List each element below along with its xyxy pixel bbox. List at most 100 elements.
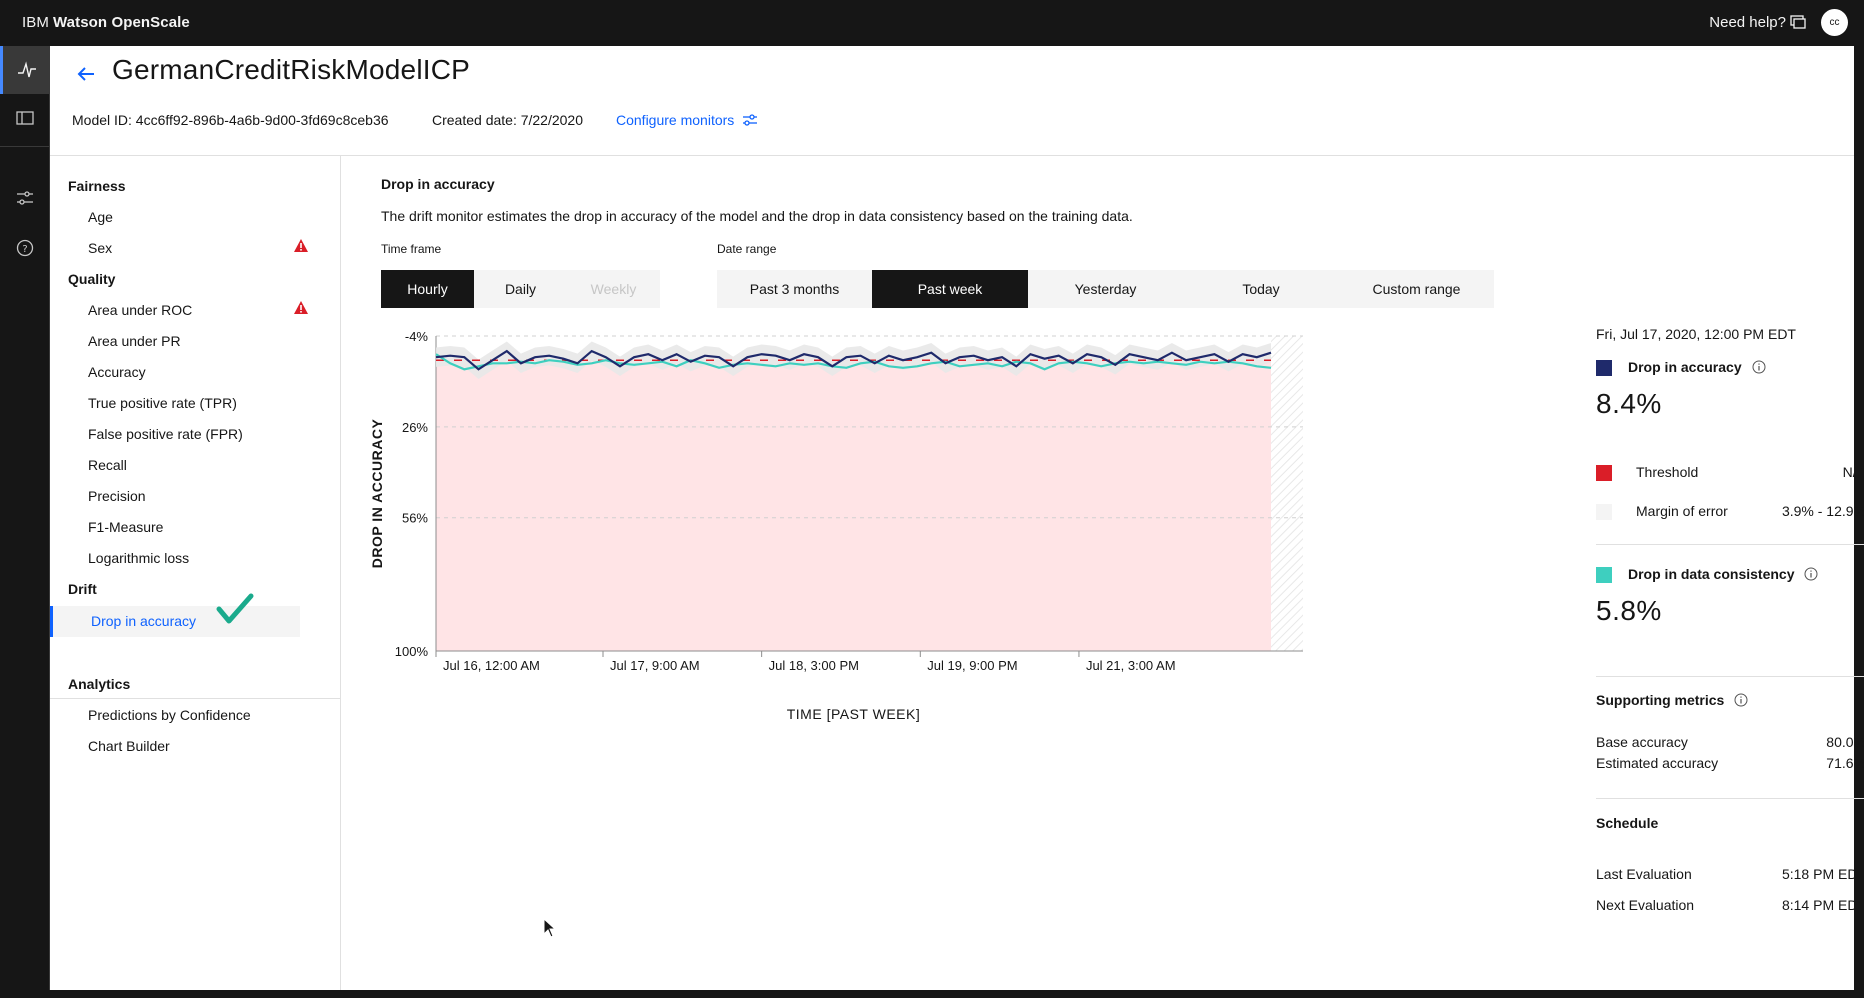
page-header: GermanCreditRiskModelICP Model ID: 4cc6f…	[50, 46, 1854, 156]
sliders-icon	[743, 114, 758, 126]
threshold-label: Threshold	[1636, 464, 1699, 480]
y-tick-label: 56%	[402, 511, 428, 526]
margin-swatch	[1596, 504, 1612, 520]
date-range-label: Date range	[717, 242, 777, 256]
threshold-value: N/A	[1842, 464, 1864, 480]
supporting-metrics-row: Supporting metrics	[1596, 692, 1864, 708]
back-arrow-icon[interactable]	[72, 60, 100, 88]
margin-label: Margin of error	[1636, 503, 1728, 519]
brand-name: Watson OpenScale	[52, 14, 190, 31]
activity-icon[interactable]	[0, 46, 50, 94]
brand-prefix: IBM	[22, 14, 49, 31]
panel-divider	[1596, 798, 1864, 799]
monitor-content: Drop in accuracy The drift monitor estim…	[341, 156, 1864, 990]
date-range-yesterday[interactable]: Yesterday	[1028, 270, 1183, 308]
last-evaluation-value: 5:18 PM EDT	[1781, 866, 1864, 882]
drop-accuracy-value: 8.4%	[1596, 388, 1662, 419]
nav-item-age[interactable]: Age	[88, 209, 338, 225]
page-title: GermanCreditRiskModelICP	[112, 54, 471, 85]
x-tick-label: Jul 21, 3:00 AM	[1086, 658, 1176, 673]
time-frame-label: Time frame	[381, 242, 442, 256]
nav-item-drop-in-accuracy[interactable]: Drop in accuracy	[50, 606, 300, 637]
x-tick-label: Jul 16, 12:00 AM	[443, 658, 540, 673]
need-help-link[interactable]: Need help?	[1709, 14, 1786, 31]
nav-item-accuracy[interactable]: Accuracy	[88, 364, 338, 380]
nav-group-drift: Drift	[68, 581, 97, 597]
future-region	[1271, 336, 1303, 651]
nav-divider	[50, 698, 341, 699]
model-icon[interactable]	[0, 94, 50, 142]
next-evaluation-label: Next Evaluation	[1596, 897, 1695, 913]
date-range-custom[interactable]: Custom range	[1339, 270, 1494, 308]
y-tick-label: 100%	[395, 644, 429, 659]
time-frame-hourly[interactable]: Hourly	[381, 270, 474, 308]
supporting-metrics-label: Supporting metrics	[1596, 692, 1725, 708]
rail-divider	[0, 146, 50, 147]
y-tick-label: 26%	[402, 420, 428, 435]
warning-icon	[294, 239, 308, 252]
x-tick-label: Jul 18, 3:00 PM	[769, 658, 859, 673]
brand[interactable]: IBM Watson OpenScale	[22, 14, 190, 31]
base-accuracy-value: 80.0%	[1826, 734, 1864, 750]
created-date: Created date: 7/22/2020	[432, 112, 584, 128]
info-icon[interactable]	[1752, 360, 1766, 374]
nav-item-precision[interactable]: Precision	[88, 488, 338, 504]
base-accuracy-row: Base accuracy 80.0%	[1596, 734, 1864, 750]
threshold-row: Threshold N/A	[1636, 464, 1864, 480]
nav-item-logarithmic-loss[interactable]: Logarithmic loss	[88, 550, 338, 566]
y-tick-label: -4%	[405, 329, 429, 344]
x-axis-label: TIME [PAST WEEK]	[787, 706, 921, 722]
selected-date: Fri, Jul 17, 2020, 12:00 PM EDT	[1596, 326, 1796, 342]
info-icon[interactable]	[1804, 567, 1818, 581]
date-range-past-week[interactable]: Past week	[872, 270, 1028, 308]
x-tick-label: Jul 19, 9:00 PM	[927, 658, 1017, 673]
nav-item-chart-builder[interactable]: Chart Builder	[88, 738, 338, 754]
left-rail: ?	[0, 46, 50, 990]
drop-consistency-label-row: Drop in data consistency	[1628, 566, 1864, 582]
panel-divider	[1596, 544, 1864, 545]
nav-item-area-under-pr[interactable]: Area under PR	[88, 333, 338, 349]
nav-group-analytics: Analytics	[68, 676, 131, 692]
estimated-accuracy-label: Estimated accuracy	[1596, 755, 1719, 771]
section-description: The drift monitor estimates the drop in …	[381, 208, 1133, 224]
y-axis-label: DROP IN ACCURACY	[371, 419, 385, 569]
time-frame-switcher: Hourly Daily Weekly	[381, 270, 660, 308]
avatar[interactable]: cc	[1821, 9, 1848, 36]
nav-item-predictions-by-confidence[interactable]: Predictions by Confidence	[88, 707, 338, 723]
info-icon[interactable]	[1734, 693, 1748, 707]
nav-item-tpr[interactable]: True positive rate (TPR)	[88, 395, 338, 411]
help-icon[interactable]: ?	[0, 224, 50, 272]
drop-consistency-label: Drop in data consistency	[1628, 566, 1795, 582]
next-evaluation-value: 8:14 PM EDT	[1781, 897, 1864, 913]
model-id: Model ID: 4cc6ff92-896b-4a6b-9d00-3fd69c…	[72, 112, 389, 128]
margin-value: 3.9% - 12.9%	[1781, 503, 1864, 519]
date-range-past-3-months[interactable]: Past 3 months	[717, 270, 872, 308]
time-frame-weekly: Weekly	[567, 270, 660, 308]
threshold-swatch	[1596, 465, 1612, 481]
warning-icon	[294, 301, 308, 314]
x-tick-label: Jul 17, 9:00 AM	[610, 658, 700, 673]
margin-row: Margin of error 3.9% - 12.9%	[1636, 503, 1864, 519]
svg-text:?: ?	[22, 244, 27, 255]
monitor-side-nav: Fairness Age Sex Quality Area under ROC …	[50, 156, 341, 990]
drop-consistency-value: 5.8%	[1596, 595, 1662, 626]
chat-icon[interactable]	[1790, 15, 1806, 29]
nav-item-recall[interactable]: Recall	[88, 457, 338, 473]
date-range-today[interactable]: Today	[1183, 270, 1339, 308]
top-bar: IBM Watson OpenScale Need help? cc	[0, 0, 1864, 46]
settings-sliders-icon[interactable]	[0, 174, 50, 222]
time-frame-daily[interactable]: Daily	[474, 270, 567, 308]
last-evaluation-label: Last Evaluation	[1596, 866, 1692, 882]
drop-accuracy-label: Drop in accuracy	[1628, 359, 1742, 375]
nav-item-f1-measure[interactable]: F1-Measure	[88, 519, 338, 535]
checkmark-icon	[216, 593, 254, 624]
nav-item-fpr[interactable]: False positive rate (FPR)	[88, 426, 338, 442]
base-accuracy-label: Base accuracy	[1596, 734, 1688, 750]
mouse-cursor-icon	[543, 918, 557, 938]
configure-monitors-link[interactable]: Configure monitors	[616, 112, 758, 128]
configure-monitors-label: Configure monitors	[616, 112, 735, 128]
date-range-switcher: Past 3 months Past week Yesterday Today …	[717, 270, 1494, 308]
nav-group-quality: Quality	[68, 271, 116, 287]
drop-in-accuracy-chart[interactable]: -4% 26% 56% 100% Jul 16, 12:00 AM Jul 17, 9:0…	[371, 316, 1311, 836]
panel-divider	[1596, 676, 1864, 677]
